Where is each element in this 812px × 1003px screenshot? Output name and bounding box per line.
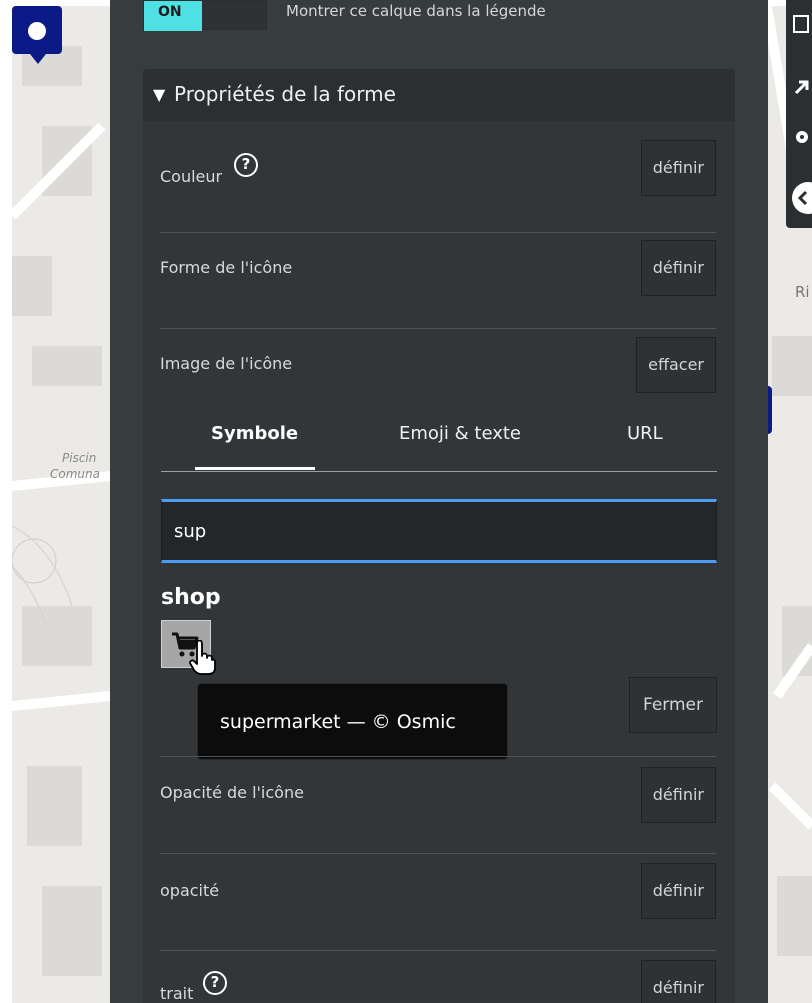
property-row-trait: trait ? définir bbox=[160, 951, 716, 1003]
help-icon[interactable]: ? bbox=[203, 971, 227, 995]
arrow-icon[interactable] bbox=[793, 78, 811, 96]
toggle-on-label: ON bbox=[144, 1, 202, 31]
define-opacity-button[interactable]: définir bbox=[640, 863, 716, 919]
icon-search-input[interactable] bbox=[162, 502, 716, 560]
define-color-button[interactable]: définir bbox=[640, 140, 716, 196]
define-stroke-button[interactable]: définir bbox=[640, 960, 716, 1003]
clear-icon-image-button[interactable]: effacer bbox=[636, 337, 716, 393]
icon-source-tabs: Symbole Emoji & texte URL bbox=[161, 387, 717, 472]
property-label: Couleur bbox=[160, 167, 223, 186]
property-label: Opacité de l'icône bbox=[160, 783, 304, 802]
active-tab-underline bbox=[195, 467, 315, 470]
close-picker-button[interactable]: Fermer bbox=[628, 677, 717, 733]
property-label: Image de l'icône bbox=[160, 354, 293, 373]
symbol-tooltip: supermarket — © Osmic bbox=[197, 683, 508, 760]
shape-properties-title: Propriétés de la forme bbox=[174, 82, 396, 106]
define-icon-opacity-button[interactable]: définir bbox=[640, 767, 716, 823]
property-label: Forme de l'icône bbox=[160, 258, 293, 277]
property-label: trait bbox=[160, 984, 194, 1003]
map-control-strip bbox=[786, 0, 812, 228]
property-row-icon-opacity: Opacité de l'icône définir bbox=[160, 756, 716, 854]
map-label-ri: Ri bbox=[795, 283, 810, 301]
tab-emoji-texte[interactable]: Emoji & texte bbox=[399, 423, 521, 444]
map-marker-icon[interactable] bbox=[12, 6, 64, 66]
legend-toggle-label: Montrer ce calque dans la légende bbox=[286, 2, 546, 20]
dot-icon[interactable] bbox=[793, 128, 811, 146]
map-label-piscina: Piscin bbox=[62, 451, 97, 465]
legend-toggle[interactable]: ON bbox=[143, 0, 267, 31]
property-row-icon-shape: Forme de l'icône définir bbox=[160, 233, 716, 329]
help-icon[interactable]: ? bbox=[234, 153, 258, 177]
map-label-comunale: Comuna bbox=[50, 467, 100, 481]
property-label: opacité bbox=[160, 881, 220, 900]
property-row-couleur: Couleur ? définir bbox=[160, 121, 716, 233]
hand-cursor-icon bbox=[189, 640, 216, 675]
define-icon-shape-button[interactable]: définir bbox=[640, 240, 716, 296]
property-row-opacity: opacité définir bbox=[160, 854, 716, 951]
caret-down-icon: ▼ bbox=[153, 85, 166, 104]
tab-symbole[interactable]: Symbole bbox=[211, 423, 298, 444]
property-row-icon-image: Image de l'icône effacer bbox=[160, 329, 716, 393]
icon-search-box[interactable] bbox=[161, 499, 717, 563]
shape-properties-header[interactable]: ▼ Propriétés de la forme bbox=[143, 69, 735, 121]
locate-icon[interactable] bbox=[790, 180, 812, 216]
tab-url[interactable]: URL bbox=[627, 423, 663, 444]
edit-panel: ON Montrer ce calque dans la légende ▼ P… bbox=[110, 0, 768, 1003]
layers-icon[interactable] bbox=[792, 10, 810, 38]
results-group-title: shop bbox=[161, 585, 221, 610]
